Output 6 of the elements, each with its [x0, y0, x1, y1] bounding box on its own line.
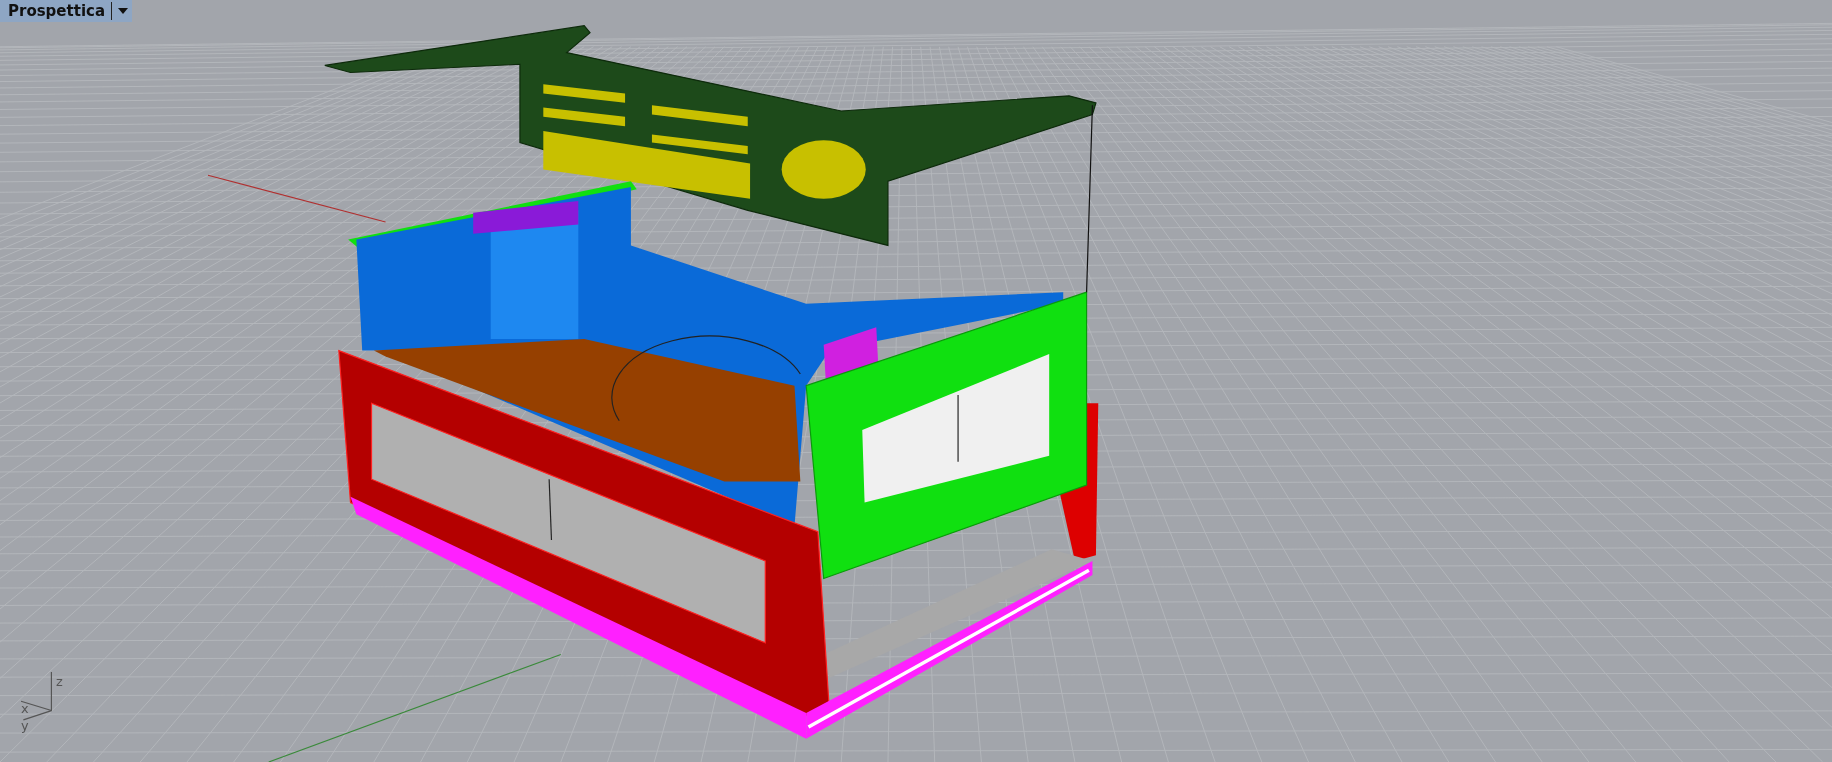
axis-label: z	[56, 674, 63, 690]
caret-icon	[118, 8, 129, 14]
axes-icon	[20, 671, 52, 721]
axis-label: y	[21, 718, 29, 734]
viewport-tab[interactable]: Prospettica	[0, 0, 133, 22]
axis-label: x	[21, 700, 29, 716]
